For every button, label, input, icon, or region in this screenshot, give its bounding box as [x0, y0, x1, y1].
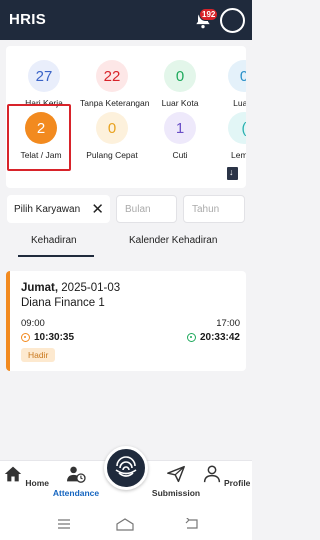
- system-nav-bar: [0, 510, 252, 540]
- employee-select[interactable]: Pilih Karyawan ✕: [7, 195, 110, 223]
- stat-tanpa-keterangan[interactable]: 22 Tanpa Keterangan: [80, 60, 149, 108]
- tab-kalender-kehadiran[interactable]: Kalender Kehadiran: [129, 235, 217, 246]
- check-out: 20:33:42: [186, 332, 240, 343]
- stat-circle: (: [228, 112, 246, 144]
- fingerprint-icon: [115, 456, 137, 477]
- month-input[interactable]: Bulan: [116, 195, 177, 223]
- stat-circle: 0: [96, 112, 128, 144]
- nav-home[interactable]: Home: [0, 465, 52, 488]
- nav-attendance[interactable]: Attendance: [50, 465, 102, 498]
- stat-circle: 22: [96, 60, 128, 92]
- stat-luar-negeri[interactable]: 0 Luar I: [212, 60, 246, 108]
- close-icon[interactable]: ✕: [91, 200, 104, 218]
- back-icon[interactable]: [185, 518, 199, 530]
- tab-kehadiran[interactable]: Kehadiran: [31, 235, 77, 246]
- system-home-icon[interactable]: [116, 518, 134, 531]
- nav-submission[interactable]: Submission: [150, 465, 202, 498]
- schedule-start: 09:00: [21, 318, 45, 329]
- stat-cuti[interactable]: 1 Cuti: [148, 112, 212, 160]
- app-title: HRIS: [9, 11, 47, 28]
- stat-circle: 0: [228, 60, 246, 92]
- notification-badge: 192: [199, 8, 219, 21]
- year-input[interactable]: Tahun: [183, 195, 245, 223]
- attendance-date: Jumat, 2025-01-03: [21, 282, 121, 294]
- fingerprint-button[interactable]: [104, 446, 148, 490]
- check-in: 10:30:35: [21, 332, 74, 343]
- highlight-box: [7, 104, 71, 171]
- send-icon: [167, 465, 185, 483]
- home-icon: [4, 466, 22, 482]
- status-badge: Hadir: [21, 348, 56, 362]
- stat-circle: 27: [28, 60, 60, 92]
- stat-pulang-cepat[interactable]: 0 Pulang Cepat: [80, 112, 144, 160]
- app-bar: HRIS 192: [0, 0, 252, 40]
- employee-name: Diana Finance 1: [21, 297, 105, 309]
- check-out-icon: [186, 333, 196, 342]
- nav-profile[interactable]: Profile: [200, 465, 252, 488]
- stat-circle: 0: [164, 60, 196, 92]
- attendance-card[interactable]: Jumat, 2025-01-03 Diana Finance 1 09:00 …: [6, 271, 246, 371]
- attendance-icon: [67, 466, 86, 483]
- check-in-icon: [21, 333, 30, 342]
- profile-icon: [203, 465, 220, 483]
- schedule-end: 17:00: [216, 318, 240, 329]
- stat-circle: 1: [164, 112, 196, 144]
- tab-indicator: [18, 255, 94, 257]
- stat-luar-kota[interactable]: 0 Luar Kota: [148, 60, 212, 108]
- avatar[interactable]: [220, 8, 245, 33]
- stat-lembur[interactable]: ( Lembu: [212, 112, 246, 160]
- filter-row: Pilih Karyawan ✕ Bulan Tahun: [0, 195, 252, 225]
- stat-hari-kerja[interactable]: 27 Hari Kerja: [12, 60, 76, 108]
- recents-icon[interactable]: [57, 518, 71, 530]
- tab-bar: Kehadiran Kalender Kehadiran: [0, 230, 252, 260]
- download-icon[interactable]: [227, 167, 238, 180]
